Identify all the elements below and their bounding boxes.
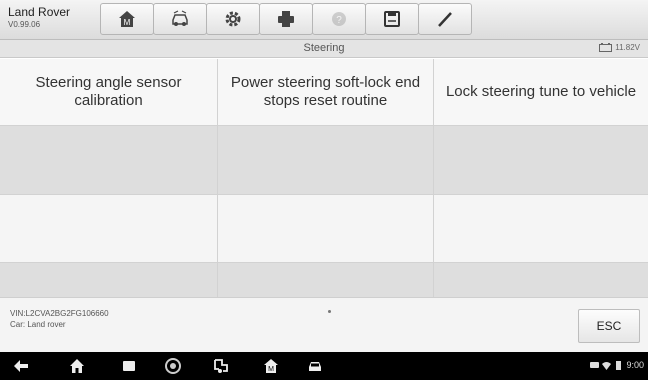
android-nav-bar: M 9:00: [0, 352, 648, 380]
page-title: Steering: [303, 42, 345, 54]
grid-row: [0, 195, 648, 263]
sub-header: Steering 11.82V: [0, 40, 648, 58]
empty-cell: [0, 126, 218, 194]
battery-icon: [599, 43, 613, 52]
browser-icon: [165, 358, 181, 374]
function-soft-lock-reset[interactable]: Power steering soft-lock end stops reset…: [218, 59, 434, 125]
browser-button[interactable]: [162, 356, 184, 376]
vehicle-swap-button[interactable]: [153, 3, 207, 35]
settings-button[interactable]: [206, 3, 260, 35]
print-button[interactable]: [259, 3, 313, 35]
function-steering-angle-calibration[interactable]: Steering angle sensor calibration: [0, 59, 218, 125]
wifi-icon: [602, 361, 612, 370]
car-shortcut-button[interactable]: [304, 356, 326, 376]
svg-text:?: ?: [336, 15, 342, 26]
svg-text:M: M: [124, 18, 131, 27]
function-grid: Steering angle sensor calibration Power …: [0, 59, 648, 300]
back-arrow-icon: [14, 360, 28, 372]
empty-cell: [434, 195, 648, 262]
home-nav-button[interactable]: [66, 356, 88, 376]
toolbar: M ?: [100, 3, 472, 35]
grid-row: [0, 126, 648, 195]
empty-cell: [434, 263, 648, 299]
pen-icon: [438, 12, 452, 27]
car-icon: [309, 362, 321, 371]
brand-name: Land Rover: [8, 5, 71, 19]
back-button[interactable]: [10, 356, 32, 376]
car-label: Car: Land rover: [10, 320, 66, 329]
help-button[interactable]: ?: [312, 3, 366, 35]
battery-status-icon: [616, 360, 622, 370]
settings-icon: [225, 11, 241, 27]
battery-voltage: 11.82V: [599, 43, 640, 52]
print-icon: [278, 11, 294, 27]
empty-cell: [434, 126, 648, 194]
maxisys-home-button[interactable]: M: [260, 356, 282, 376]
system-status: 9:00: [590, 360, 644, 370]
function-lock-steering-tune[interactable]: Lock steering tune to vehicle: [434, 59, 648, 125]
software-version: V0.99.06: [8, 20, 41, 29]
vehicle-swap-icon: [172, 10, 188, 26]
vehicle-info: VIN:L2CVA2BG2FG106660 Car: Land rover: [10, 308, 109, 330]
edit-button[interactable]: [418, 3, 472, 35]
empty-cell: [218, 195, 434, 262]
empty-cell: [218, 126, 434, 194]
empty-cell: [0, 195, 218, 262]
top-bar: Land Rover V0.99.06 M ?: [0, 0, 648, 40]
esc-button[interactable]: ESC: [578, 309, 640, 343]
vin-label: VIN:L2CVA2BG2FG106660: [10, 309, 109, 318]
maxisys-home-icon: M: [264, 359, 278, 373]
svg-text:M: M: [268, 366, 274, 373]
home-icon: M: [119, 11, 135, 27]
recent-apps-icon: [123, 361, 135, 371]
save-button[interactable]: [365, 3, 419, 35]
grid-row: [0, 263, 648, 300]
recent-apps-button[interactable]: [118, 356, 140, 376]
footer: VIN:L2CVA2BG2FG106660 Car: Land rover ES…: [0, 297, 648, 352]
home-button[interactable]: M: [100, 3, 154, 35]
save-icon: [384, 11, 400, 27]
battery-voltage-value: 11.82V: [615, 43, 640, 52]
help-icon: ?: [332, 12, 346, 26]
house-icon: [70, 359, 84, 373]
page-indicator: [328, 310, 331, 313]
empty-cell: [0, 263, 218, 299]
clock: 9:00: [626, 360, 644, 370]
vci-connection-icon: [214, 359, 228, 373]
brand-block: Land Rover V0.99.06: [8, 6, 98, 30]
message-icon: [590, 361, 600, 368]
grid-row: Steering angle sensor calibration Power …: [0, 59, 648, 126]
vci-button[interactable]: [210, 356, 232, 376]
empty-cell: [218, 263, 434, 299]
